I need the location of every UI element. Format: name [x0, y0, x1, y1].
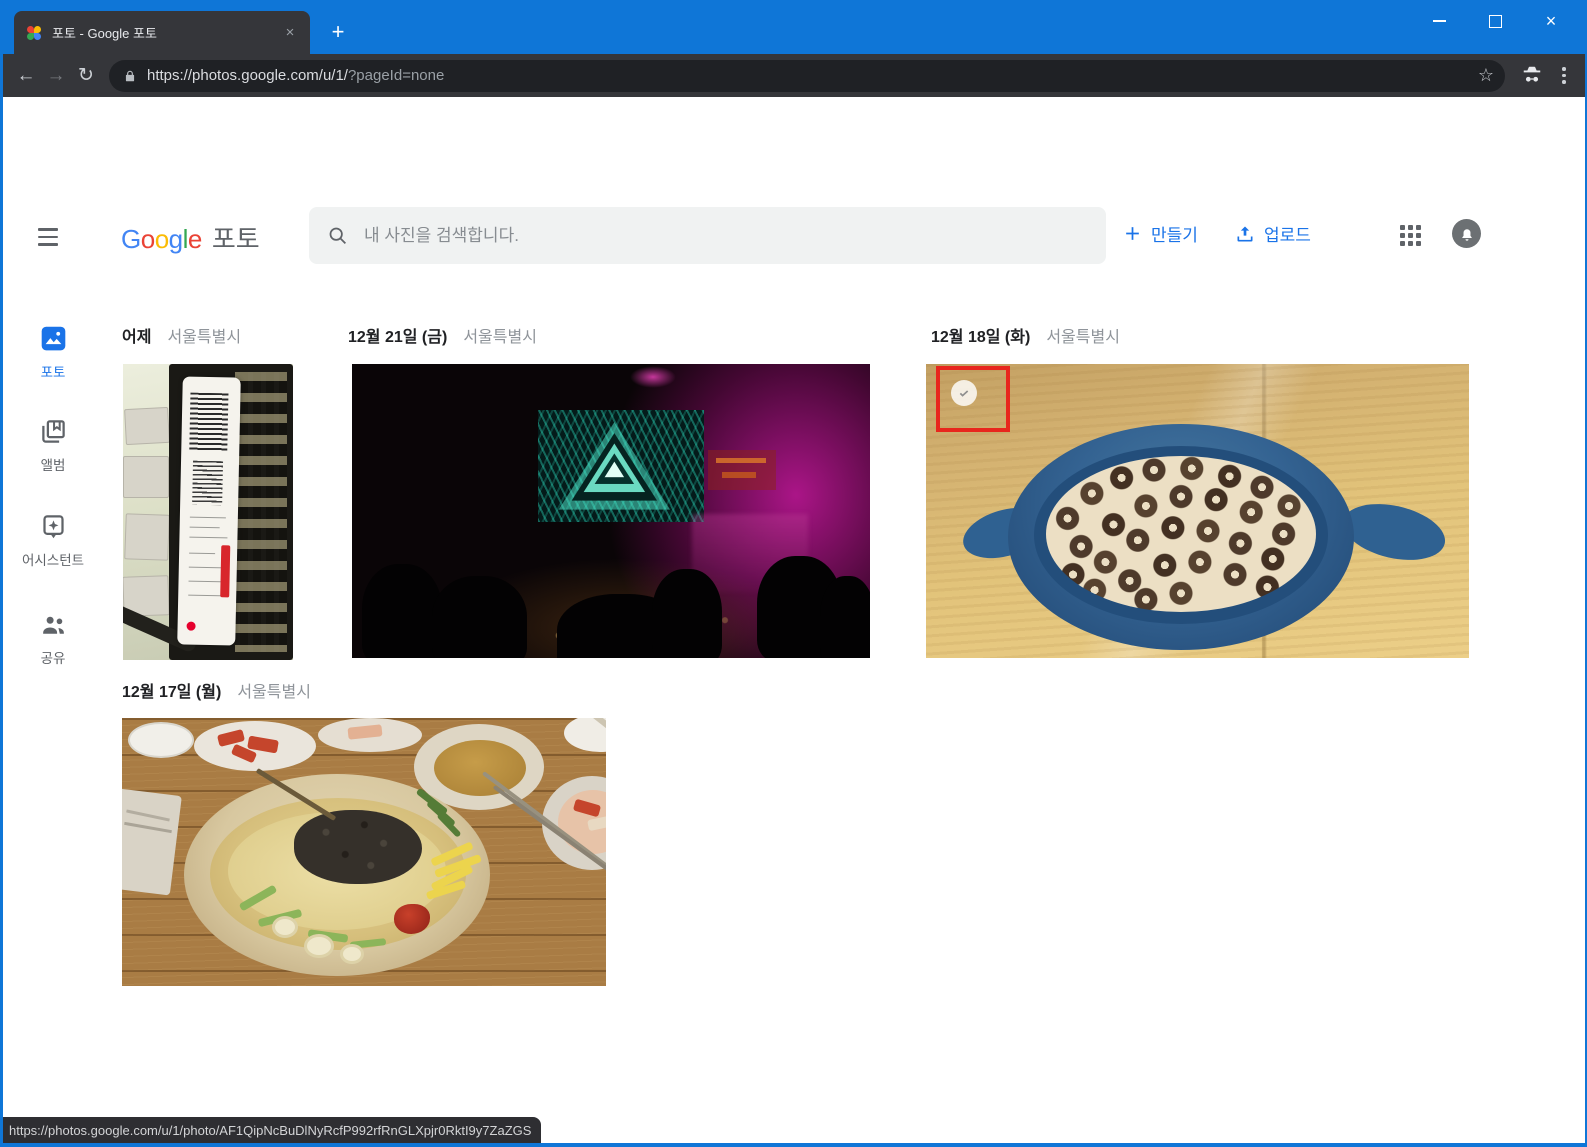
- sidebar-label: 공유: [41, 647, 66, 667]
- section-location[interactable]: 서울특별시: [167, 323, 241, 347]
- window-titlebar: 포토 - Google 포토 × + ×: [0, 0, 1587, 54]
- section-header: 12월 17일 (월) 서울특별시: [122, 678, 311, 702]
- sidebar-item-albums[interactable]: 앨범: [3, 418, 103, 474]
- search-icon: [327, 225, 348, 246]
- annotation-highlight-box: [936, 366, 1010, 432]
- back-button[interactable]: ←: [11, 61, 41, 91]
- logo-letter: g: [169, 224, 183, 255]
- section-header: 어제 서울특별시: [122, 323, 241, 347]
- sidebar-item-photos[interactable]: 포토: [3, 325, 103, 381]
- sidebar-label: 앨범: [41, 454, 66, 474]
- logo-letter: e: [188, 224, 202, 255]
- google-apps-icon[interactable]: [1400, 225, 1421, 246]
- notifications-bell-icon[interactable]: [1452, 219, 1481, 248]
- create-label: 만들기: [1151, 221, 1198, 246]
- maximize-button[interactable]: [1467, 0, 1523, 42]
- search-bar[interactable]: [309, 207, 1106, 264]
- url-text: https://photos.google.com/u/1/: [147, 67, 348, 84]
- logo-product-label: 포토: [212, 219, 260, 256]
- section-header: 12월 21일 (금) 서울특별시: [348, 323, 537, 347]
- logo-letter: o: [155, 224, 169, 255]
- section-date[interactable]: 12월 21일 (금): [348, 323, 447, 347]
- search-input[interactable]: [364, 226, 1088, 246]
- sidebar-item-assistant[interactable]: 어시스턴트: [3, 513, 103, 569]
- section-date[interactable]: 12월 17일 (월): [122, 678, 221, 702]
- browser-tab[interactable]: 포토 - Google 포토 ×: [14, 11, 310, 54]
- tab-title: 포토 - Google 포토: [52, 23, 280, 42]
- photo-thumbnail-concert[interactable]: [352, 364, 870, 658]
- section-date[interactable]: 어제: [122, 323, 151, 347]
- tab-close-icon[interactable]: ×: [280, 23, 300, 43]
- section-location[interactable]: 서울특별시: [237, 678, 311, 702]
- google-photos-page: G o o g l e 포토 만들기 업로드 포토: [3, 97, 1585, 1143]
- logo-letter: G: [121, 224, 141, 255]
- section-date[interactable]: 12월 18일 (화): [931, 323, 1030, 347]
- minimize-button[interactable]: [1411, 0, 1467, 42]
- google-photos-favicon-icon: [26, 25, 42, 41]
- main-menu-icon[interactable]: [34, 223, 62, 251]
- forward-button[interactable]: →: [41, 61, 71, 91]
- browser-menu-icon[interactable]: [1551, 63, 1577, 89]
- photo-thumbnail-noodles[interactable]: [122, 718, 606, 986]
- bookmark-star-icon[interactable]: ☆: [1473, 63, 1499, 89]
- google-photos-logo[interactable]: G o o g l e 포토: [121, 219, 260, 256]
- close-window-button[interactable]: ×: [1523, 0, 1579, 42]
- plus-icon: [1123, 224, 1142, 243]
- create-button[interactable]: 만들기: [1123, 221, 1198, 246]
- status-bar-url: https://photos.google.com/u/1/photo/AF1Q…: [3, 1117, 541, 1143]
- section-location[interactable]: 서울특별시: [463, 323, 537, 347]
- logo-letter: o: [141, 224, 155, 255]
- upload-label: 업로드: [1264, 221, 1311, 246]
- address-bar[interactable]: https://photos.google.com/u/1/?pageId=no…: [109, 60, 1505, 92]
- upload-button[interactable]: 업로드: [1235, 221, 1311, 246]
- sidebar-label: 포토: [41, 361, 66, 381]
- photo-thumbnail-cereal[interactable]: [926, 364, 1469, 658]
- photo-thumbnail-router-label[interactable]: [123, 364, 293, 660]
- window-border: [0, 1143, 1587, 1147]
- assistant-icon: [40, 513, 67, 540]
- upload-icon: [1235, 224, 1255, 244]
- section-location[interactable]: 서울특별시: [1046, 323, 1120, 347]
- section-header: 12월 18일 (화) 서울특별시: [931, 323, 1120, 347]
- url-query-text: ?pageId=none: [348, 67, 444, 84]
- incognito-icon: [1519, 63, 1545, 89]
- sharing-icon: [40, 611, 67, 638]
- new-tab-button[interactable]: +: [324, 18, 352, 46]
- sidebar-label: 어시스턴트: [22, 549, 84, 569]
- sidebar-item-sharing[interactable]: 공유: [3, 611, 103, 667]
- lock-icon: [123, 69, 137, 83]
- window-border: [0, 54, 3, 1147]
- photos-icon: [40, 325, 67, 352]
- albums-icon: [40, 418, 67, 445]
- browser-toolbar: ← → ↻ https://photos.google.com/u/1/?pag…: [3, 54, 1585, 97]
- reload-button[interactable]: ↻: [71, 61, 101, 91]
